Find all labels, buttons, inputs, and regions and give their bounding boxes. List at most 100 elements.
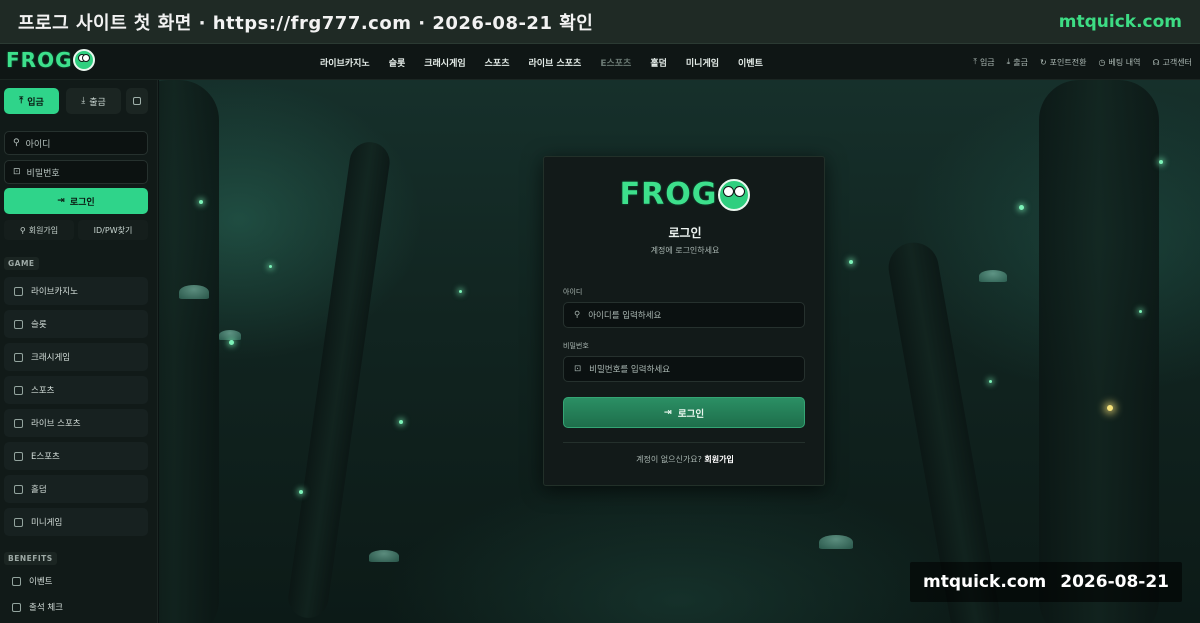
sidebar-item-live-casino[interactable]: 라이브카지노 — [4, 277, 148, 305]
login-title: 로그인 — [668, 226, 702, 240]
casino-icon — [14, 286, 23, 296]
tool-withdraw-label: 출금 — [1013, 57, 1028, 67]
mushroom — [979, 270, 1007, 282]
firefly — [199, 200, 203, 204]
panel-icon — [133, 97, 141, 105]
upload-icon: ⤒ — [973, 57, 977, 66]
sidebar-item-sports[interactable]: 스포츠 — [4, 376, 148, 404]
tree-trunk — [1039, 80, 1159, 623]
main-menu: 라이브카지노 슬롯 크래시게임 스포츠 라이브 스포츠 E스포츠 홀덤 미니게임… — [320, 44, 782, 80]
signup-link[interactable]: 회원가입 — [704, 455, 733, 464]
sidebar-password-input[interactable]: ⊡ 비밀번호 — [4, 160, 148, 184]
sidebar-item-live-sports[interactable]: 라이브 스포츠 — [4, 409, 148, 437]
sidebar-id-input[interactable]: ⚲ 아이디 — [4, 131, 148, 155]
divider — [563, 442, 805, 443]
password-input-placeholder: 비밀번호를 입력하세요 — [589, 365, 671, 375]
firefly — [399, 420, 403, 424]
tool-point-label: 포인트전환 — [1049, 57, 1087, 67]
sidebar-item-attendance[interactable]: 출석 체크 — [4, 596, 148, 618]
firefly — [459, 290, 462, 293]
nav-esports[interactable]: E스포츠 — [600, 56, 631, 69]
headset-icon: ☊ — [1152, 57, 1160, 67]
sidebar-withdraw-button[interactable]: ⤓ 출금 — [66, 88, 121, 114]
banner-site: mtquick.com — [1058, 11, 1182, 32]
sidebar-item-holdem[interactable]: 홀덤 — [4, 475, 148, 503]
sidebar-item-slot[interactable]: 슬롯 — [4, 310, 148, 338]
lock-icon: ⊡ — [13, 167, 21, 177]
nav-live-sports[interactable]: 라이브 스포츠 — [529, 56, 582, 69]
sidebar-item-label: 슬롯 — [31, 320, 47, 330]
id-placeholder: 아이디 — [25, 139, 51, 150]
site-logo[interactable]: FROG — [6, 48, 96, 72]
tool-point-convert[interactable]: ↻ 포인트전환 — [1040, 57, 1087, 68]
tool-withdraw[interactable]: ⤓ 출금 — [1007, 57, 1028, 68]
calendar-icon — [12, 602, 21, 612]
sidebar-join-button[interactable]: ⚲ 회원가입 — [4, 220, 74, 240]
firefly — [229, 340, 234, 345]
sidebar-find-button[interactable]: ID/PW찾기 — [78, 220, 148, 240]
tool-support[interactable]: ☊ 고객센터 — [1152, 57, 1192, 68]
sidebar-login-button[interactable]: ⇥ 로그인 — [4, 188, 148, 214]
tool-deposit[interactable]: ⤒ 입금 — [973, 57, 994, 68]
nav-slot[interactable]: 슬롯 — [389, 56, 406, 69]
tool-bet-history[interactable]: ◷ 베팅 내역 — [1098, 57, 1140, 68]
swords-icon — [14, 451, 23, 461]
watermark: mtquick.com 2026-08-21 — [910, 562, 1182, 602]
sidebar-collapse-button[interactable] — [126, 88, 148, 114]
pw-placeholder: 비밀번호 — [26, 168, 60, 179]
live-icon — [14, 418, 23, 428]
tool-support-label: 고객센터 — [1162, 57, 1192, 67]
firefly — [849, 260, 853, 264]
slot-icon — [14, 319, 23, 329]
lock-icon: ⊡ — [574, 364, 582, 374]
tree-trunk — [159, 80, 219, 623]
login-button-label: 로그인 — [677, 408, 705, 420]
nav-holdem[interactable]: 홀덤 — [650, 56, 667, 69]
upload-icon: ⤒ — [19, 96, 24, 106]
history-icon: ◷ — [1098, 57, 1106, 67]
join-label: 회원가입 — [28, 225, 59, 235]
top-banner: 프로그 사이트 첫 화면 · https://frg777.com · 2026… — [0, 0, 1200, 44]
password-input[interactable]: ⊡ 비밀번호를 입력하세요 — [563, 356, 805, 382]
tool-bet-label: 베팅 내역 — [1108, 57, 1141, 67]
login-icon: ⇥ — [663, 407, 672, 418]
mushroom — [219, 330, 241, 340]
download-icon: ⤓ — [1006, 57, 1011, 66]
watermark-site: mtquick.com — [923, 572, 1047, 592]
minigame-icon — [14, 517, 23, 527]
banner-title: 프로그 사이트 첫 화면 · https://frg777.com · 2026… — [18, 12, 594, 34]
sidebar-item-event[interactable]: 이벤트 — [4, 570, 148, 592]
logo-text: FROG — [6, 48, 73, 72]
nav-crash-game[interactable]: 크래시게임 — [424, 56, 465, 69]
login-button[interactable]: ⇥ 로그인 — [563, 397, 805, 428]
login-subtitle: 계정에 로그인하세요 — [650, 246, 720, 255]
nav-minigame[interactable]: 미니게임 — [686, 56, 719, 69]
login-icon: ⇥ — [57, 196, 65, 206]
id-input[interactable]: ⚲ 아이디를 입력하세요 — [563, 302, 805, 328]
sidebar-deposit-button[interactable]: ⤒ 입금 — [4, 88, 59, 114]
mushroom — [819, 535, 853, 549]
user-icon: ⚲ — [574, 310, 581, 320]
benefits-section-label: BENEFITS — [4, 552, 57, 565]
sidebar-item-crash-game[interactable]: 크래시게임 — [4, 343, 148, 371]
watermark-date: 2026-08-21 — [1060, 572, 1169, 592]
password-label: 비밀번호 — [563, 342, 589, 350]
sidebar-item-label: 미니게임 — [31, 518, 63, 528]
top-navigation: FROG 라이브카지노 슬롯 크래시게임 스포츠 라이브 스포츠 E스포츠 홀덤… — [0, 44, 1200, 80]
find-label: ID/PW찾기 — [93, 225, 133, 235]
gift-icon — [12, 576, 21, 586]
card-logo: FROG — [544, 177, 826, 212]
sidebar-item-esports[interactable]: E스포츠 — [4, 442, 148, 470]
login-card: FROG 로그인 계정에 로그인하세요 아이디 ⚲ 아이디를 입력하세요 비밀번호… — [543, 156, 825, 486]
frog-icon — [73, 49, 96, 71]
user-icon: ⚲ — [13, 138, 20, 148]
nav-event[interactable]: 이벤트 — [738, 56, 763, 69]
sidebar-item-minigame[interactable]: 미니게임 — [4, 508, 148, 536]
sidebar-item-label: 이벤트 — [29, 577, 53, 587]
nav-sports[interactable]: 스포츠 — [485, 56, 510, 69]
withdraw-label: 출금 — [89, 97, 106, 108]
frog-icon — [718, 178, 751, 211]
trophy-icon — [14, 385, 23, 395]
nav-live-casino[interactable]: 라이브카지노 — [320, 56, 370, 69]
firefly — [1139, 310, 1142, 313]
